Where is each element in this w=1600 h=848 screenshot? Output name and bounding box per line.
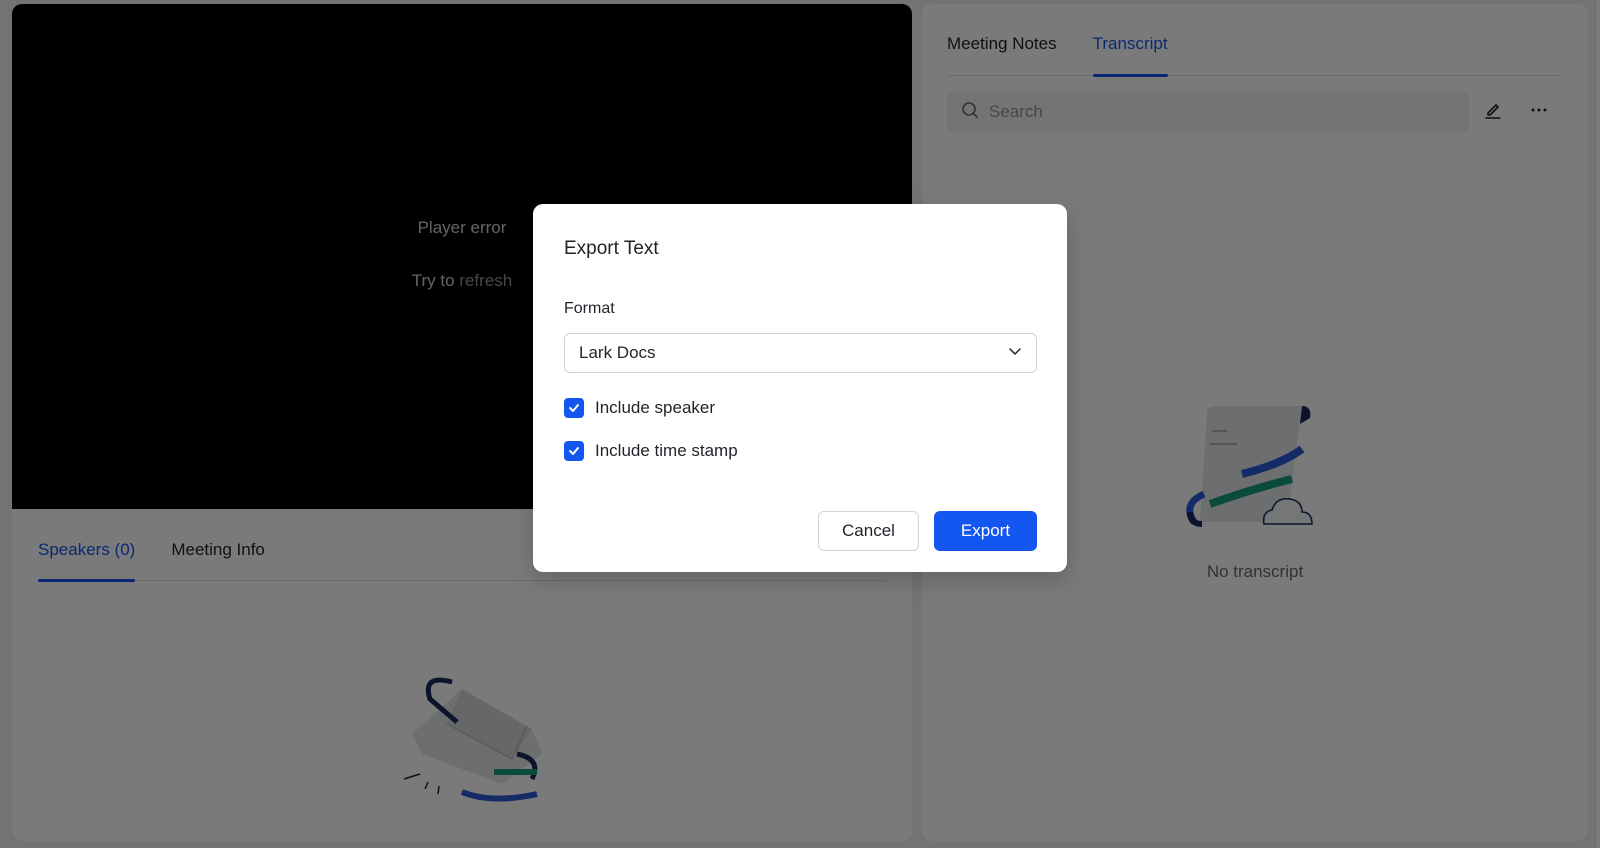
include-speaker-option[interactable]: Include speaker xyxy=(564,398,715,418)
format-select[interactable]: Lark Docs xyxy=(564,333,1037,373)
format-select-value: Lark Docs xyxy=(579,343,656,362)
include-speaker-label: Include speaker xyxy=(595,398,716,417)
include-timestamp-option[interactable]: Include time stamp xyxy=(564,441,738,461)
dialog-title: Export Text xyxy=(564,238,659,259)
include-timestamp-label: Include time stamp xyxy=(595,441,738,460)
export-button[interactable]: Export xyxy=(934,511,1037,551)
format-label: Format xyxy=(564,300,615,317)
include-speaker-checkbox[interactable] xyxy=(564,398,584,418)
include-timestamp-checkbox[interactable] xyxy=(564,441,584,461)
cancel-button[interactable]: Cancel xyxy=(818,511,919,551)
checkmark-icon xyxy=(569,447,579,455)
checkmark-icon xyxy=(569,404,579,412)
chevron-down-icon xyxy=(1008,344,1022,363)
export-text-dialog: Export Text Format Lark Docs Include spe… xyxy=(533,204,1067,572)
